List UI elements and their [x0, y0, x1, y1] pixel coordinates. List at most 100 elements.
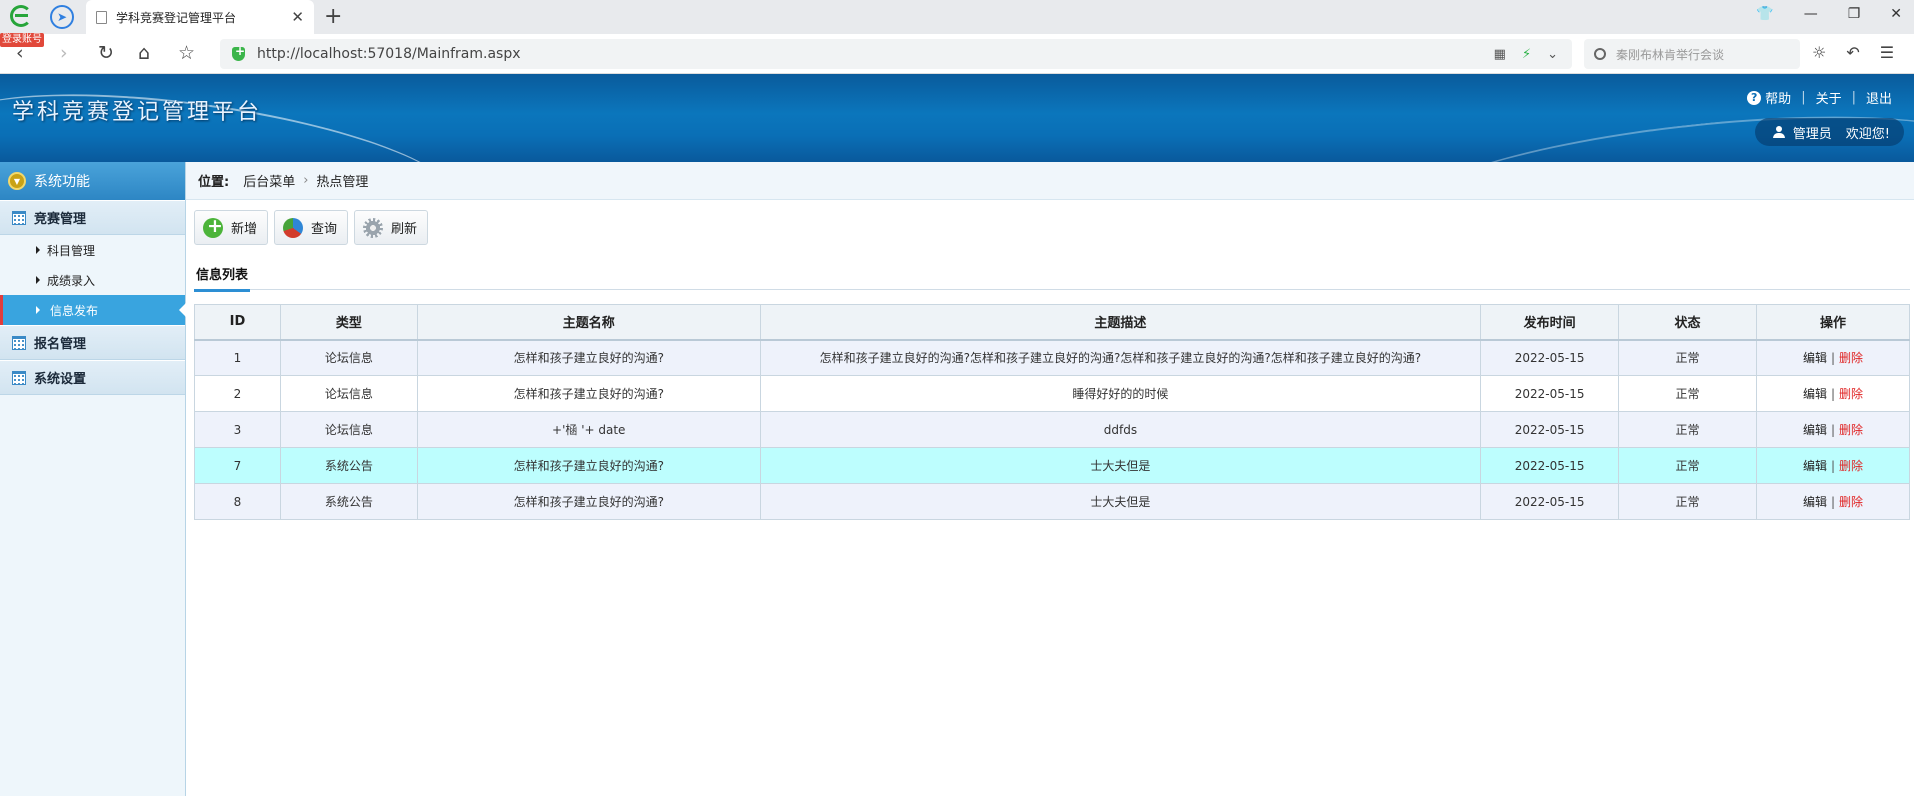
cell-type: 系统公告 — [279, 447, 418, 484]
cell-type: 论坛信息 — [279, 375, 418, 412]
cell-date: 2022-05-15 — [1480, 339, 1620, 376]
edit-link[interactable]: 编辑 — [1803, 351, 1827, 365]
brightness-icon[interactable]: ☼ — [1812, 43, 1826, 62]
main-content: 位置: 后台菜单 › 热点管理 新增 查询 刷新 信息列表 ID 类型 — [186, 162, 1914, 796]
query-button[interactable]: 查询 — [274, 210, 349, 245]
sidebar-group-settings[interactable]: 系统设置 — [0, 360, 185, 395]
cell-actions: 编辑 | 删除 — [1756, 375, 1910, 412]
logout-link[interactable]: 退出 — [1866, 88, 1892, 107]
sidebar-group-registration[interactable]: 报名管理 — [0, 325, 185, 360]
caret-right-icon — [36, 306, 40, 314]
add-icon — [203, 215, 223, 238]
column-header: 主题描述 — [759, 304, 1482, 341]
chevron-down-icon[interactable]: ⌄ — [1547, 47, 1558, 62]
edit-link[interactable]: 编辑 — [1803, 495, 1827, 509]
calendar-icon — [12, 370, 26, 385]
restore-icon[interactable]: ❐ — [1848, 6, 1861, 22]
delete-link[interactable]: 删除 — [1839, 495, 1863, 509]
cell-desc: ddfds — [759, 411, 1482, 448]
lightning-icon[interactable]: ⚡ — [1522, 47, 1531, 62]
cell-id: 7 — [194, 447, 281, 484]
delete-link[interactable]: 删除 — [1839, 459, 1863, 473]
undo-icon[interactable]: ↶ — [1846, 43, 1859, 62]
cell-status: 正常 — [1618, 447, 1758, 484]
cell-id: 8 — [194, 483, 281, 520]
skin-icon[interactable]: 👕 — [1756, 6, 1773, 22]
reload-icon[interactable]: ↻ — [98, 42, 114, 64]
column-header: 发布时间 — [1480, 304, 1620, 341]
calendar-icon — [12, 210, 26, 225]
sidebar-group-label: 系统设置 — [34, 372, 87, 387]
cell-name: 怎样和孩子建立良好的沟通? — [416, 375, 761, 412]
sidebar-group-competition[interactable]: 竞赛管理 — [0, 200, 185, 235]
favorite-star-icon[interactable]: ☆ — [178, 42, 195, 64]
breadcrumb-separator-icon: › — [303, 173, 309, 188]
sidebar-item-info-publish[interactable]: 信息发布 — [0, 295, 186, 325]
sidebar-item-subjects[interactable]: 科目管理 — [0, 235, 185, 265]
add-button[interactable]: 新增 — [194, 210, 269, 245]
home-icon[interactable]: ⌂ — [138, 42, 150, 64]
sidebar-item-score-entry[interactable]: 成绩录入 — [0, 265, 185, 295]
table-row[interactable]: 2 论坛信息 怎样和孩子建立良好的沟通? 睡得好好的的时候 2022-05-15… — [194, 375, 1910, 412]
sidebar-heading[interactable]: ▼ 系统功能 — [0, 162, 185, 200]
toolbar: 新增 查询 刷新 — [194, 210, 429, 245]
close-window-icon[interactable]: ✕ — [1890, 6, 1902, 22]
close-tab-icon[interactable]: ✕ — [291, 8, 304, 26]
cell-id: 2 — [194, 375, 281, 412]
delete-link[interactable]: 删除 — [1839, 351, 1863, 365]
sidebar-item-label: 信息发布 — [50, 303, 99, 318]
new-tab-button[interactable]: + — [324, 4, 342, 29]
sidebar: ▼ 系统功能 竞赛管理 科目管理 成绩录入 信息发布 报名管理 系统设置 — [0, 162, 186, 796]
help-link[interactable]: 帮助 — [1765, 88, 1791, 107]
table-row[interactable]: 8 系统公告 怎样和孩子建立良好的沟通? 士大夫但是 2022-05-15 正常… — [194, 483, 1910, 520]
edit-link[interactable]: 编辑 — [1803, 423, 1827, 437]
sidebar-item-label: 成绩录入 — [47, 273, 96, 288]
column-header: 状态 — [1618, 304, 1758, 341]
browser-tab[interactable]: 学科竞赛登记管理平台 ✕ — [86, 0, 314, 34]
edit-link[interactable]: 编辑 — [1803, 459, 1827, 473]
qr-code-icon[interactable]: ▦ — [1494, 47, 1506, 62]
edit-link[interactable]: 编辑 — [1803, 387, 1827, 401]
url-bar[interactable]: http://localhost:57018/Mainfram.aspx ▦ ⚡… — [220, 39, 1572, 69]
search-placeholder[interactable]: 秦刚布林肯举行会谈 — [1616, 46, 1724, 63]
breadcrumb-prefix: 位置: — [198, 175, 230, 190]
breadcrumb-item: 热点管理 — [316, 175, 369, 190]
cell-desc: 士大夫但是 — [759, 483, 1482, 520]
breadcrumb-item[interactable]: 后台菜单 — [243, 171, 295, 190]
user-role: 管理员 — [1792, 126, 1832, 142]
forward-icon[interactable]: › — [60, 42, 68, 64]
user-info: 管理员 欢迎您! — [1754, 118, 1904, 146]
navigation-compass-icon[interactable]: ➤ — [50, 5, 74, 29]
delete-link[interactable]: 删除 — [1839, 387, 1863, 401]
sidebar-group-label: 报名管理 — [34, 337, 87, 352]
cell-date: 2022-05-15 — [1480, 483, 1620, 520]
url-text[interactable]: http://localhost:57018/Mainfram.aspx — [257, 46, 1494, 62]
browser-logo-icon[interactable] — [8, 4, 34, 30]
about-link[interactable]: 关于 — [1816, 88, 1842, 107]
refresh-button[interactable]: 刷新 — [354, 210, 429, 245]
security-shield-icon — [232, 44, 245, 61]
refresh-button-label: 刷新 — [391, 222, 418, 237]
help-icon[interactable]: ? — [1747, 90, 1762, 105]
table-row[interactable]: 1 论坛信息 怎样和孩子建立良好的沟通? 怎样和孩子建立良好的沟通?怎样和孩子建… — [194, 339, 1910, 376]
minimize-icon[interactable]: — — [1804, 6, 1818, 22]
cell-date: 2022-05-15 — [1480, 447, 1620, 484]
column-header: 主题名称 — [416, 304, 761, 341]
login-badge[interactable]: 登录账号 — [0, 33, 44, 47]
tab-info-list[interactable]: 信息列表 — [194, 264, 251, 292]
pie-chart-icon — [283, 217, 304, 238]
gear-icon — [363, 217, 384, 238]
calendar-icon — [12, 335, 26, 350]
delete-link[interactable]: 删除 — [1839, 423, 1863, 437]
search-box[interactable]: 秦刚布林肯举行会谈 — [1584, 39, 1800, 69]
table-row[interactable]: 7 系统公告 怎样和孩子建立良好的沟通? 士大夫但是 2022-05-15 正常… — [194, 447, 1910, 484]
caret-right-icon — [36, 276, 40, 284]
app-title: 学科竞赛登记管理平台 — [12, 100, 263, 125]
address-toolbar: ‹ › ↻ ⌂ ☆ http://localhost:57018/Mainfra… — [0, 34, 1914, 74]
breadcrumb: 位置: 后台菜单 › 热点管理 — [186, 162, 1914, 200]
search-icon — [1594, 48, 1606, 60]
sidebar-heading-label: 系统功能 — [34, 174, 90, 190]
table-row[interactable]: 3 论坛信息 +'㮀 '+ date ddfds 2022-05-15 正常 编… — [194, 411, 1910, 448]
menu-icon[interactable]: ☰ — [1880, 43, 1894, 62]
cell-id: 1 — [194, 339, 281, 376]
